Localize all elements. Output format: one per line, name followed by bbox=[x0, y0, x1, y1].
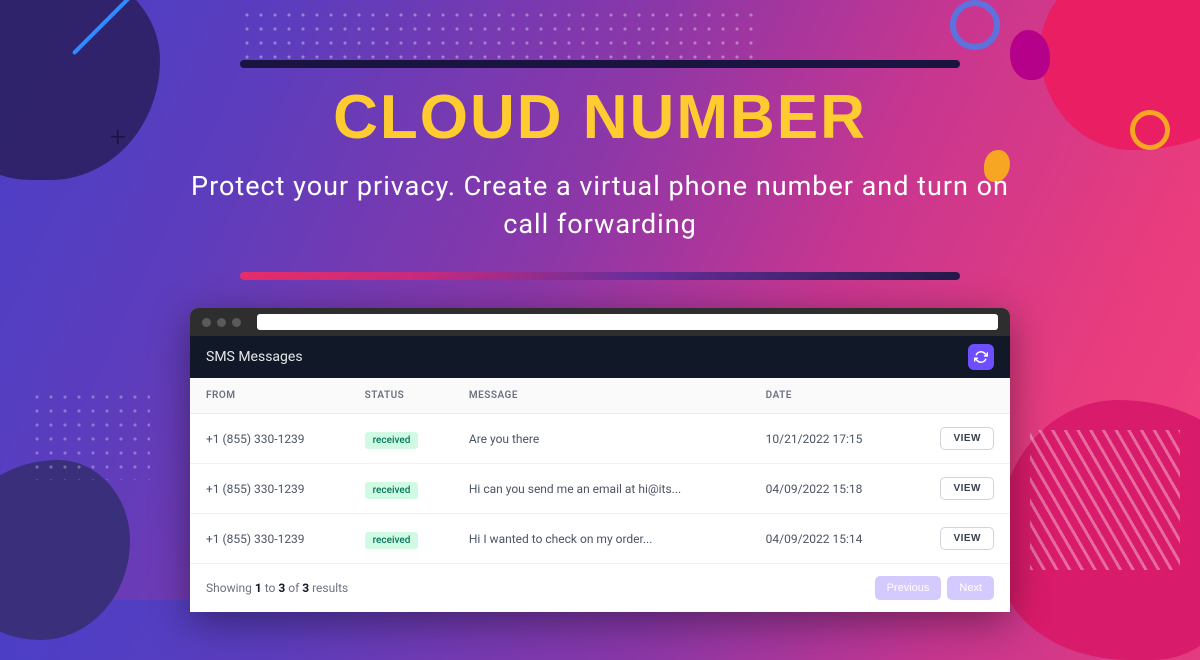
col-message: MESSAGE bbox=[453, 378, 750, 414]
pagination: Showing 1 to 3 of 3 results Previous Nex… bbox=[190, 564, 1010, 612]
window-dot-icon bbox=[202, 318, 211, 327]
decor-dots-bottom-left bbox=[30, 390, 150, 480]
cell-message: Hi can you send me an email at hi@its... bbox=[453, 464, 750, 514]
status-badge: received bbox=[365, 532, 419, 549]
hero-title: CLOUD NUMBER bbox=[0, 82, 1200, 153]
cell-from: +1 (855) 330-1239 bbox=[190, 464, 349, 514]
cell-date: 04/09/2022 15:18 bbox=[750, 464, 906, 514]
panel-toolbar: SMS Messages bbox=[190, 336, 1010, 378]
url-bar[interactable] bbox=[257, 314, 998, 330]
table-row: +1 (855) 330-1239 received Are you there… bbox=[190, 414, 1010, 464]
decor-stripes bbox=[1030, 430, 1180, 570]
cell-from: +1 (855) 330-1239 bbox=[190, 414, 349, 464]
messages-table: FROM STATUS MESSAGE DATE +1 (855) 330-12… bbox=[190, 378, 1010, 564]
divider-gradient bbox=[240, 272, 960, 280]
cell-from: +1 (855) 330-1239 bbox=[190, 514, 349, 564]
cell-message: Are you there bbox=[453, 414, 750, 464]
pagination-summary: Showing 1 to 3 of 3 results bbox=[206, 581, 348, 595]
decor-ring-blue bbox=[950, 0, 1000, 50]
table-row: +1 (855) 330-1239 received Hi I wanted t… bbox=[190, 514, 1010, 564]
view-button[interactable]: VIEW bbox=[940, 477, 994, 500]
cell-date: 04/09/2022 15:14 bbox=[750, 514, 906, 564]
window-dot-icon bbox=[232, 318, 241, 327]
next-button[interactable]: Next bbox=[947, 576, 994, 600]
divider-top bbox=[240, 60, 960, 68]
status-badge: received bbox=[365, 432, 419, 449]
browser-chrome bbox=[190, 308, 1010, 336]
col-date: DATE bbox=[750, 378, 906, 414]
window-dot-icon bbox=[217, 318, 226, 327]
cell-message: Hi I wanted to check on my order... bbox=[453, 514, 750, 564]
decor-dots-top bbox=[240, 8, 760, 63]
decor-blob-bottom-left bbox=[0, 460, 130, 640]
status-badge: received bbox=[365, 482, 419, 499]
hero-subtitle: Protect your privacy. Create a virtual p… bbox=[190, 168, 1010, 244]
refresh-button[interactable] bbox=[968, 344, 994, 370]
previous-button[interactable]: Previous bbox=[875, 576, 942, 600]
view-button[interactable]: VIEW bbox=[940, 527, 994, 550]
view-button[interactable]: VIEW bbox=[940, 427, 994, 450]
decor-blob-small-magenta bbox=[1010, 30, 1050, 80]
cell-date: 10/21/2022 17:15 bbox=[750, 414, 906, 464]
table-row: +1 (855) 330-1239 received Hi can you se… bbox=[190, 464, 1010, 514]
col-from: FROM bbox=[190, 378, 349, 414]
panel-title: SMS Messages bbox=[206, 349, 303, 365]
refresh-icon bbox=[974, 350, 988, 364]
col-status: STATUS bbox=[349, 378, 453, 414]
browser-window: SMS Messages FROM STATUS MESSAGE DATE +1… bbox=[190, 308, 1010, 612]
